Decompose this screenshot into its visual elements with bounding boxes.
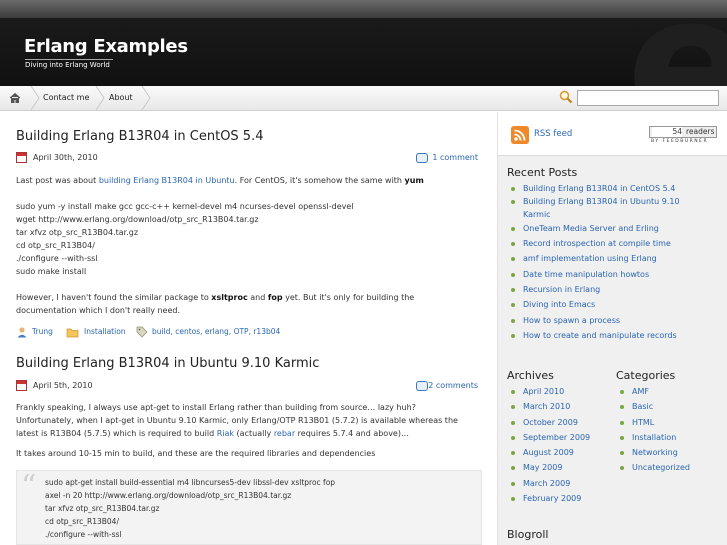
code-blockquote: “ sudo apt-get install build-essential m… [16, 469, 482, 545]
rss-area: RSS feed 54 readers BY FEEDBURNER [498, 112, 727, 156]
code-line: cd otp_src_R13B04/ [16, 241, 95, 250]
comment-icon [416, 153, 428, 163]
post-author[interactable]: Trung [32, 327, 53, 336]
list-item[interactable]: May 2009 [507, 461, 617, 474]
categories-list: AMF Basic HTML Installation Networking U… [616, 385, 726, 477]
list-item-continued[interactable]: Karmic [507, 208, 722, 221]
tag-icon [136, 326, 148, 338]
paragraph: documentation which I don't really need. [16, 306, 180, 315]
comment-icon [416, 381, 428, 391]
feedburner-label: BY FEEDBURNER [651, 139, 709, 144]
rss-icon[interactable] [511, 126, 529, 144]
list-item[interactable]: How to create and manipulate records [507, 329, 722, 342]
feedburner-badge[interactable]: 54 readers BY FEEDBURNER [649, 126, 717, 146]
blogroll-heading: Blogroll [507, 528, 549, 541]
link-riak[interactable]: Riak [217, 429, 234, 438]
post-date: April 30th, 2010 [33, 153, 98, 162]
list-item[interactable]: February 2009 [507, 492, 617, 505]
list-item[interactable]: Networking [616, 446, 726, 459]
main-content: Building Erlang B13R04 in CentOS 5.4 Apr… [0, 112, 496, 545]
nav-contact-me[interactable]: Contact me [43, 86, 89, 110]
list-item[interactable]: OneTeam Media Server and Erling [507, 222, 722, 235]
search-input[interactable] [577, 90, 719, 106]
list-item[interactable]: Building Erlang B13R04 in CentOS 5.4 [507, 182, 722, 195]
feedburner-counter: 54 readers [649, 126, 717, 138]
list-item[interactable]: March 2009 [507, 477, 617, 490]
nav-separator [30, 86, 40, 110]
search-icon[interactable] [559, 90, 573, 104]
calendar-icon [16, 380, 27, 391]
list-item[interactable]: Date time manipulation howtos [507, 268, 722, 281]
site-header: e Erlang Examples Diving into Erlang Wor… [0, 0, 727, 86]
home-button[interactable] [0, 86, 30, 110]
list-item[interactable]: Building Erlang B13R04 in Ubuntu 9.10 [507, 195, 722, 208]
readers-label: readers [686, 127, 715, 136]
paragraph: However, I haven't found the similar pac… [16, 293, 415, 302]
categories-heading: Categories [616, 369, 676, 382]
post-footer: Trung Installation build, centos, erlang… [16, 326, 482, 340]
post-body-ubuntu: Frankly speaking, I always use apt-get t… [16, 401, 482, 460]
paragraph: Unfortunately, when I apt-get in Ubuntu … [16, 416, 458, 425]
code-line: ./configure --with-ssl [16, 254, 98, 263]
nav-separator [141, 86, 151, 110]
list-item[interactable]: August 2009 [507, 446, 617, 459]
reader-count: 54 [652, 127, 682, 137]
code-block-text: sudo apt-get install build-essential m4 … [45, 478, 336, 539]
code-line: sudo yum -y install make gcc gcc-c++ ker… [16, 202, 354, 211]
post-category[interactable]: Installation [84, 327, 126, 336]
archives-heading: Archives [507, 369, 554, 382]
nav-separator [95, 86, 105, 110]
post-date: April 5th, 2010 [33, 381, 93, 390]
archives-list: April 2010 March 2010 October 2009 Septe… [507, 385, 617, 507]
comments-link[interactable]: 1 comment [432, 153, 478, 162]
post-meta: April 5th, 2010 2 comments [16, 380, 478, 394]
recent-posts-heading: Recent Posts [507, 166, 578, 179]
list-item[interactable]: AMF [616, 385, 726, 398]
post-title-ubuntu[interactable]: Building Erlang B13R04 in Ubuntu 9.10 Ka… [16, 356, 319, 371]
author-icon [17, 327, 27, 338]
list-item[interactable]: March 2010 [507, 400, 617, 413]
list-item[interactable]: amf implementation using Erlang [507, 252, 722, 265]
paragraph: latest is R13B04 (5.7.5) which is requir… [16, 429, 409, 438]
paragraph: Last post was about building Erlang B13R… [16, 176, 424, 185]
sidebar: RSS feed 54 readers BY FEEDBURNER Recent… [497, 112, 727, 545]
quote-icon: “ [21, 469, 37, 504]
list-item[interactable]: HTML [616, 416, 726, 429]
folder-icon [66, 328, 79, 338]
recent-posts-list: Building Erlang B13R04 in CentOS 5.4 Bui… [507, 182, 722, 342]
list-item[interactable]: Basic [616, 400, 726, 413]
paragraph: It takes around 10-15 min to build, and … [16, 449, 376, 458]
list-item[interactable]: Installation [616, 431, 726, 444]
calendar-icon [16, 152, 27, 163]
code-line: sudo make install [16, 267, 87, 276]
list-item[interactable]: April 2010 [507, 385, 617, 398]
list-item[interactable]: Uncategorized [616, 461, 726, 474]
comments-link[interactable]: 2 comments [428, 381, 478, 390]
header-e-logo: e [626, 0, 727, 86]
home-icon [9, 92, 21, 103]
post-meta: April 30th, 2010 1 comment [16, 152, 478, 166]
list-item[interactable]: September 2009 [507, 431, 617, 444]
code-line: tar xfvz otp_src_R13B04.tar.gz [16, 228, 139, 237]
post-title-centos[interactable]: Building Erlang B13R04 in CentOS 5.4 [16, 129, 263, 144]
list-item[interactable]: Recursion in Erlang [507, 283, 722, 296]
list-item[interactable]: How to spawn a process [507, 314, 722, 327]
link-rebar[interactable]: rebar [274, 429, 295, 438]
rss-feed-link[interactable]: RSS feed [534, 129, 572, 139]
post-body-centos: Last post was about building Erlang B13R… [16, 174, 482, 317]
site-title[interactable]: Erlang Examples [24, 36, 188, 57]
link-ubuntu-post[interactable]: building Erlang B13R04 in Ubuntu [99, 176, 235, 185]
paragraph: Frankly speaking, I always use apt-get t… [16, 403, 416, 412]
top-strip [0, 0, 727, 18]
list-item[interactable]: Record introspection at compile time [507, 237, 722, 250]
list-item[interactable]: October 2009 [507, 416, 617, 429]
code-line: wget http://www.erlang.org/download/otp_… [16, 215, 259, 224]
nav-about[interactable]: About [109, 86, 133, 110]
site-description: Diving into Erlang World [25, 59, 113, 69]
post-tags[interactable]: build, centos, erlang, OTP, r13b04 [152, 327, 280, 336]
list-item[interactable]: Diving into Emacs [507, 298, 722, 311]
